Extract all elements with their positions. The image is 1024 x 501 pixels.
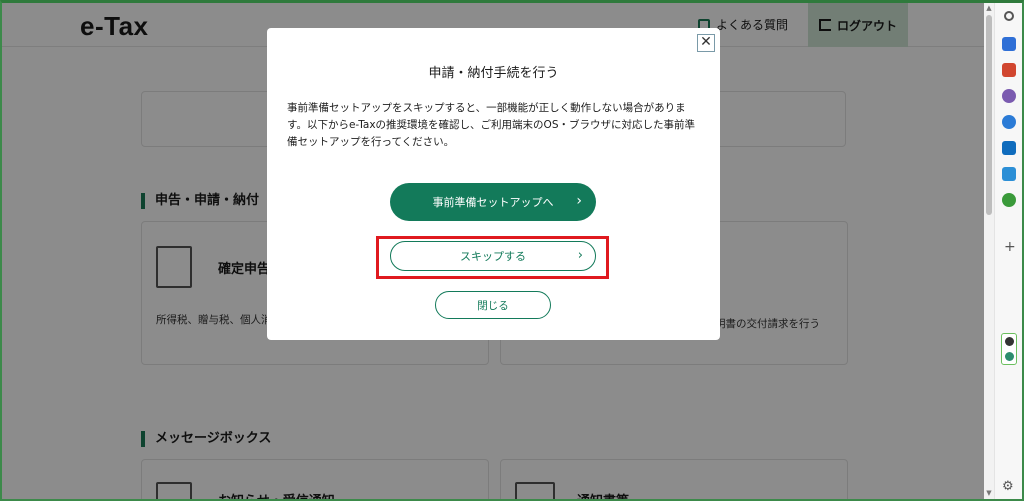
search-icon[interactable] xyxy=(1004,11,1014,21)
tag-icon[interactable] xyxy=(1002,37,1016,51)
setup-button[interactable]: 事前準備セットアップへ › xyxy=(390,183,596,221)
page-scrollbar[interactable]: ▲ ▼ xyxy=(984,3,994,499)
modal-title: 申請・納付手続を行う xyxy=(428,66,559,81)
people-icon[interactable] xyxy=(1002,89,1016,103)
close-icon[interactable]: ✕ xyxy=(697,34,715,52)
extension-icon[interactable] xyxy=(1005,352,1014,361)
setup-button-label: 事前準備セットアップへ xyxy=(432,196,554,209)
scroll-down-icon[interactable]: ▼ xyxy=(985,489,993,497)
chevron-right-icon: › xyxy=(576,193,582,209)
browser-sidebar: + ⚙ xyxy=(994,3,1022,499)
modal-body: 事前準備セットアップをスキップすると、一部機能が正しく動作しない場合があります。… xyxy=(287,102,695,148)
close-icon[interactable] xyxy=(1005,337,1014,346)
shopping-icon[interactable] xyxy=(1002,167,1016,181)
copilot-icon[interactable] xyxy=(1002,115,1016,129)
extension-widget[interactable] xyxy=(1001,333,1017,365)
procedure-modal: ✕ 申請・納付手続を行う 事前準備セットアップをスキップすると、一部機能が正しく… xyxy=(267,28,720,340)
scrollbar-thumb[interactable] xyxy=(986,15,992,215)
tree-icon[interactable] xyxy=(1002,193,1016,207)
briefcase-icon[interactable] xyxy=(1002,63,1016,77)
add-icon[interactable]: + xyxy=(1004,239,1016,255)
outlook-icon[interactable] xyxy=(1002,141,1016,155)
close-button[interactable]: 閉じる xyxy=(435,291,551,319)
highlight-box xyxy=(376,236,609,279)
scroll-up-icon[interactable]: ▲ xyxy=(985,4,993,12)
settings-icon[interactable]: ⚙ xyxy=(1002,479,1014,494)
